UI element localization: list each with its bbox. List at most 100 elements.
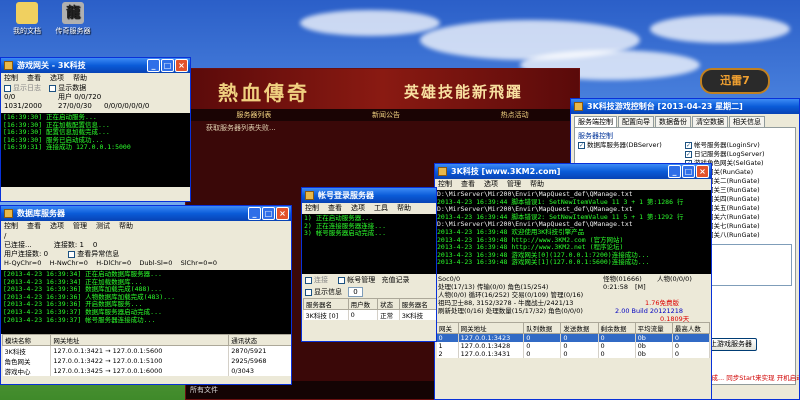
- check-login[interactable]: 帐号服务器(LoginSrv): [685, 141, 792, 150]
- menu-options[interactable]: 选项: [351, 203, 365, 214]
- menu-help[interactable]: 帮助: [397, 203, 411, 214]
- show-data-checkbox[interactable]: [49, 84, 57, 92]
- maximize-button[interactable]: □: [682, 165, 695, 178]
- login-tabs: 连接 帐号管理 充值记录: [302, 274, 436, 286]
- table-row[interactable]: 0 127.0.0.1:3423 0 0 0 0b 0: [436, 333, 711, 342]
- stat-value: 用户 0/0/720: [58, 93, 102, 101]
- cloud: [300, 10, 440, 36]
- menu-test[interactable]: 测试: [96, 221, 110, 232]
- desktop-icon-legend-server[interactable]: 龍 传奇服务器: [48, 2, 98, 36]
- menu-help[interactable]: 帮助: [73, 73, 87, 84]
- menubar: 控制 查看 选项 管理 测试 帮助: [1, 221, 291, 232]
- m2server-window: 3K科技 [www.3KM2.com] _ □ × 控制 查看 选项 管理 帮助…: [434, 163, 712, 400]
- tab-server-control[interactable]: 服务端控制: [574, 116, 617, 127]
- account-manage-checkbox[interactable]: [338, 276, 346, 284]
- close-button[interactable]: ×: [696, 165, 709, 178]
- show-info-checkbox[interactable]: [305, 288, 312, 296]
- launcher-banner: 熱血傳奇 英雄技能新飛躍: [186, 69, 579, 109]
- stat-value: 0/0: [4, 93, 16, 101]
- m2-log: D:\MirServer\Mir200\Envir\MapQuest_def\Q…: [435, 190, 711, 274]
- app-icon: [438, 167, 447, 176]
- desktop-icon-my-documents[interactable]: 我的文档: [2, 2, 52, 36]
- menu-help[interactable]: 帮助: [119, 221, 133, 232]
- menu-control[interactable]: 控制: [438, 179, 452, 190]
- minimize-button[interactable]: _: [147, 59, 160, 72]
- gateway-titlebar: 游戏网关 - 3K科技 _ □ ×: [1, 58, 190, 73]
- launcher-tabs: 服务器列表 新闻公告 热点活动: [186, 109, 579, 121]
- app-icon: [305, 191, 314, 200]
- menu-tools[interactable]: 工具: [374, 203, 388, 214]
- tab-backup[interactable]: 数据备份: [655, 116, 691, 127]
- level-field[interactable]: 0: [348, 287, 363, 297]
- m2-titlebar: 3K科技 [www.3KM2.com] _ □ ×: [435, 164, 711, 179]
- tab-about[interactable]: 相关信息: [729, 116, 765, 127]
- maximize-button[interactable]: □: [161, 59, 174, 72]
- check-log[interactable]: 日记服务器(LogServer): [685, 150, 792, 159]
- table-row[interactable]: 3K科技 [0] 0 正常 3K科技: [303, 309, 436, 320]
- tab-events[interactable]: 热点活动: [501, 109, 529, 121]
- app-icon: [4, 209, 13, 218]
- gateway-stats-row: 1031/2000 27/0/0/30 0/0/0/0/0/0/0: [1, 102, 190, 111]
- m2-gateway-table: 网关 网关地址 队列数据 发送数据 剩余数据 平均流量 最高人数 0 127.0.0.1:34…: [436, 322, 711, 358]
- check-db[interactable]: 数据库服务器(DBServer): [578, 141, 685, 150]
- menubar: 控制 查看 选项 工具 帮助: [302, 203, 436, 214]
- minimize-button[interactable]: _: [248, 207, 261, 220]
- minimize-button[interactable]: _: [668, 165, 681, 178]
- recharge-log-button[interactable]: 充值记录: [381, 276, 409, 284]
- tab-news[interactable]: 新闻公告: [372, 109, 400, 121]
- menu-options[interactable]: 选项: [50, 73, 64, 84]
- desktop-icon-label: 我的文档: [13, 27, 41, 35]
- group-label: 服务器控制: [578, 132, 613, 140]
- menu-control[interactable]: 控制: [4, 221, 18, 232]
- menubar: 控制 查看 选项 管理 帮助: [435, 179, 711, 190]
- table-row[interactable]: 1 127.0.0.1:3428 0 0 0 0b 0: [436, 342, 711, 350]
- m2-stats: Soc0/0 处理(17/13) 传输(0/0) 角色(15/254) 人物(0…: [438, 275, 692, 323]
- menu-options[interactable]: 选项: [484, 179, 498, 190]
- menu-control[interactable]: 控制: [305, 203, 319, 214]
- menu-manage[interactable]: 管理: [73, 221, 87, 232]
- app-icon: [574, 102, 583, 111]
- tab-config-wizard[interactable]: 配置向导: [618, 116, 654, 127]
- console-tabs: 服务端控制 配置向导 数据备份 清空数据 相关信息: [571, 114, 799, 127]
- show-log-checkbox[interactable]: [4, 84, 11, 92]
- close-button[interactable]: ×: [276, 207, 289, 220]
- show-log-label: 显示日志: [13, 84, 41, 92]
- thunder-badge[interactable]: 迅雷7: [700, 68, 770, 94]
- game-slogan: 英雄技能新飛躍: [404, 83, 524, 101]
- window-title: 帐号登录服务器: [318, 191, 374, 200]
- table-row[interactable]: 2 127.0.0.1:3431 0 0 0 0b 0: [436, 350, 711, 358]
- console-bottom-message: 完成... 同步Start来实现 开机启动的: [705, 374, 800, 382]
- log-line: [16:39:31] 连接成功 127.0.0.1:5000: [3, 143, 131, 152]
- gateway-window: 游戏网关 - 3K科技 _ □ × 控制 查看 选项 帮助 显示日志 显示数据 …: [0, 57, 191, 202]
- menu-view[interactable]: 查看: [27, 221, 41, 232]
- table-row[interactable]: 3K科技 127.0.0.1:3421 → 127.0.0.1:5600 2870/…: [2, 345, 291, 356]
- connect-checkbox[interactable]: [305, 276, 312, 284]
- tab-clear-data[interactable]: 清空数据: [692, 116, 728, 127]
- window-title: 游戏网关 - 3K科技: [17, 61, 86, 70]
- menu-view[interactable]: 查看: [27, 73, 41, 84]
- menu-help[interactable]: 帮助: [530, 179, 544, 190]
- show-exceptions-checkbox[interactable]: [68, 250, 76, 258]
- tab-server-list[interactable]: 服务器列表: [236, 109, 271, 121]
- menu-control[interactable]: 控制: [4, 73, 18, 84]
- game-logo: 熱血傳奇: [218, 81, 310, 105]
- menu-view[interactable]: 查看: [328, 203, 342, 214]
- stat-value: 27/0/0/30: [58, 102, 92, 110]
- close-button[interactable]: ×: [175, 59, 188, 72]
- table-row[interactable]: 游戏中心 127.0.0.1:3425 → 127.0.0.1:6000 0/304…: [2, 366, 291, 376]
- menu-options[interactable]: 选项: [50, 221, 64, 232]
- menu-manage[interactable]: 管理: [507, 179, 521, 190]
- db-path: /: [4, 232, 7, 240]
- thunder-logo: 迅雷7: [720, 74, 750, 87]
- login-titlebar: 帐号登录服务器: [302, 188, 436, 203]
- login-options: 显示信息 0: [302, 286, 436, 298]
- launcher-footer-label: 所有文件: [190, 386, 218, 394]
- menu-view[interactable]: 查看: [461, 179, 475, 190]
- start-stop-server-button[interactable]: 上游戏服务器: [705, 338, 757, 351]
- stat-value: 0/0/0/0/0/0/0: [104, 102, 150, 110]
- console-titlebar: 3K科技游戏控制台 [2013-04-23 星期二]: [571, 99, 799, 114]
- desktop-icon-label: 传奇服务器: [55, 27, 91, 35]
- table-row[interactable]: 角色网关 127.0.0.1:3422 → 127.0.0.1:5100 2925/…: [2, 356, 291, 366]
- db-server-window: 数据库服务器 _ □ × 控制 查看 选项 管理 测试 帮助 / 已连接... …: [0, 205, 292, 385]
- maximize-button[interactable]: □: [262, 207, 275, 220]
